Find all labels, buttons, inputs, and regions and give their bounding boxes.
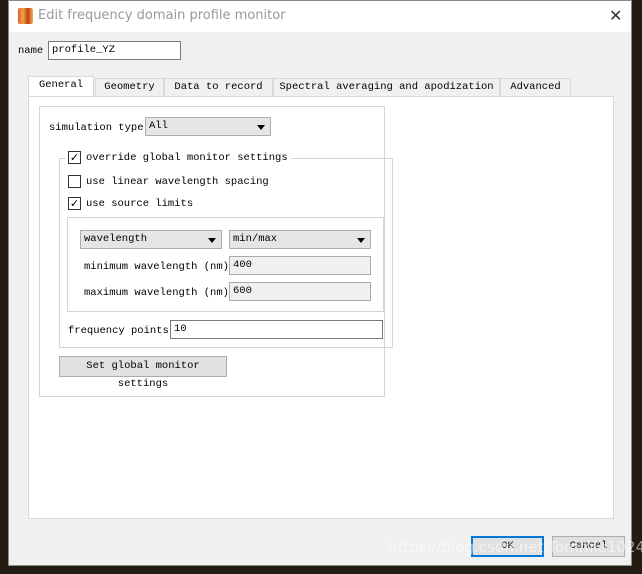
simulation-type-label: simulation type: [49, 122, 144, 134]
title-bar: Edit frequency domain profile monitor ✕: [9, 1, 631, 32]
frequency-points-input[interactable]: 10: [170, 320, 383, 339]
max-wavelength-input[interactable]: 600: [229, 282, 371, 301]
override-checkbox-row[interactable]: ✓ override global monitor settings: [65, 151, 291, 164]
range-mode-value: min/max: [233, 233, 278, 245]
override-checkbox[interactable]: ✓: [68, 151, 81, 164]
name-input[interactable]: profile_YZ: [48, 41, 181, 60]
frequency-points-label: frequency points: [68, 325, 169, 337]
dialog: Edit frequency domain profile monitor ✕ …: [8, 0, 632, 566]
close-icon[interactable]: ✕: [609, 6, 622, 25]
lumerical-logo-icon: [18, 8, 33, 24]
chevron-down-icon: [257, 125, 265, 130]
source-limits-row[interactable]: ✓ use source limits: [68, 197, 193, 210]
tab-general[interactable]: General: [28, 76, 94, 97]
window-title: Edit frequency domain profile monitor: [38, 8, 286, 23]
tab-spectral-averaging[interactable]: Spectral averaging and apodization: [273, 78, 500, 97]
tab-geometry[interactable]: Geometry: [95, 78, 164, 97]
override-label: override global monitor settings: [86, 151, 288, 164]
min-wavelength-label: minimum wavelength (nm): [84, 261, 229, 273]
chevron-down-icon: [208, 238, 216, 243]
tab-advanced[interactable]: Advanced: [500, 78, 571, 97]
simulation-type-value: All: [149, 120, 168, 132]
set-global-monitor-settings-button[interactable]: Set global monitor settings: [59, 356, 227, 390]
tab-data-to-record[interactable]: Data to record: [164, 78, 273, 97]
range-mode-select[interactable]: min/max: [229, 230, 371, 249]
chevron-down-icon: [357, 238, 365, 243]
linear-spacing-label: use linear wavelength spacing: [86, 175, 269, 188]
range-type-select[interactable]: wavelength: [80, 230, 222, 249]
tab-panel-general: simulation type All ✓ override global mon…: [28, 96, 614, 519]
source-limits-label: use source limits: [86, 197, 194, 210]
name-label: name: [18, 45, 44, 57]
min-wavelength-input[interactable]: 400: [229, 256, 371, 275]
linear-spacing-checkbox[interactable]: [68, 175, 81, 188]
max-wavelength-label: maximum wavelength (nm): [84, 287, 229, 299]
linear-spacing-row[interactable]: use linear wavelength spacing: [68, 175, 269, 188]
range-type-value: wavelength: [84, 233, 148, 245]
source-limits-checkbox[interactable]: ✓: [68, 197, 81, 210]
watermark: https://blog.csdn.net/Tommie1024: [388, 538, 642, 556]
simulation-type-select[interactable]: All: [145, 117, 271, 136]
